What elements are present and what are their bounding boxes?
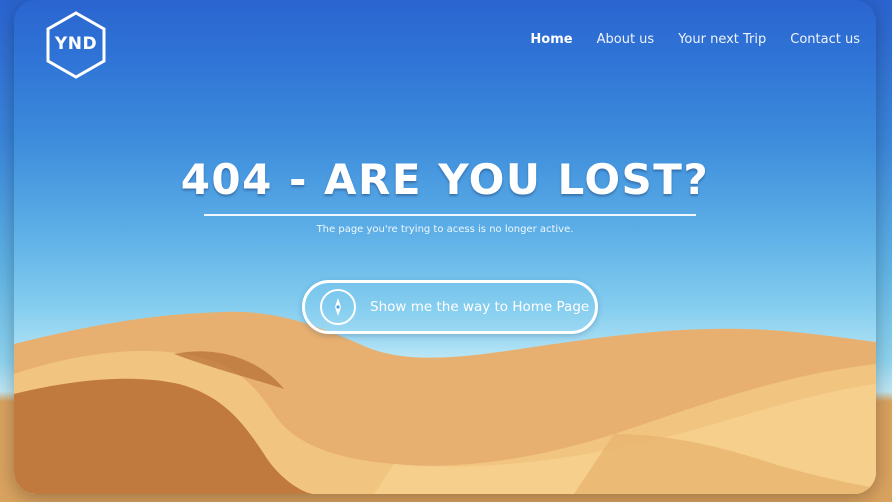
home-page-button[interactable]: Show me the way to Home Page [302, 280, 598, 334]
nav-contact-us[interactable]: Contact us [790, 32, 860, 47]
home-page-button-label: Show me the way to Home Page [370, 299, 590, 315]
nav-about-us[interactable]: About us [597, 32, 655, 47]
compass-icon [320, 289, 356, 325]
title-divider [204, 214, 696, 216]
error-subtitle: The page you're trying to acess is no lo… [316, 224, 574, 235]
nav-your-next-trip[interactable]: Your next Trip [678, 32, 766, 47]
page-background: YND Home About us Your next Trip Contact… [0, 0, 892, 502]
nav-home[interactable]: Home [530, 32, 572, 47]
logo-text: YND [54, 34, 98, 54]
error-title: 404 - ARE YOU LOST? [180, 155, 710, 204]
brand-logo[interactable]: YND [44, 10, 108, 80]
hero-card: YND Home About us Your next Trip Contact… [14, 0, 876, 494]
main-nav: Home About us Your next Trip Contact us [530, 32, 860, 47]
